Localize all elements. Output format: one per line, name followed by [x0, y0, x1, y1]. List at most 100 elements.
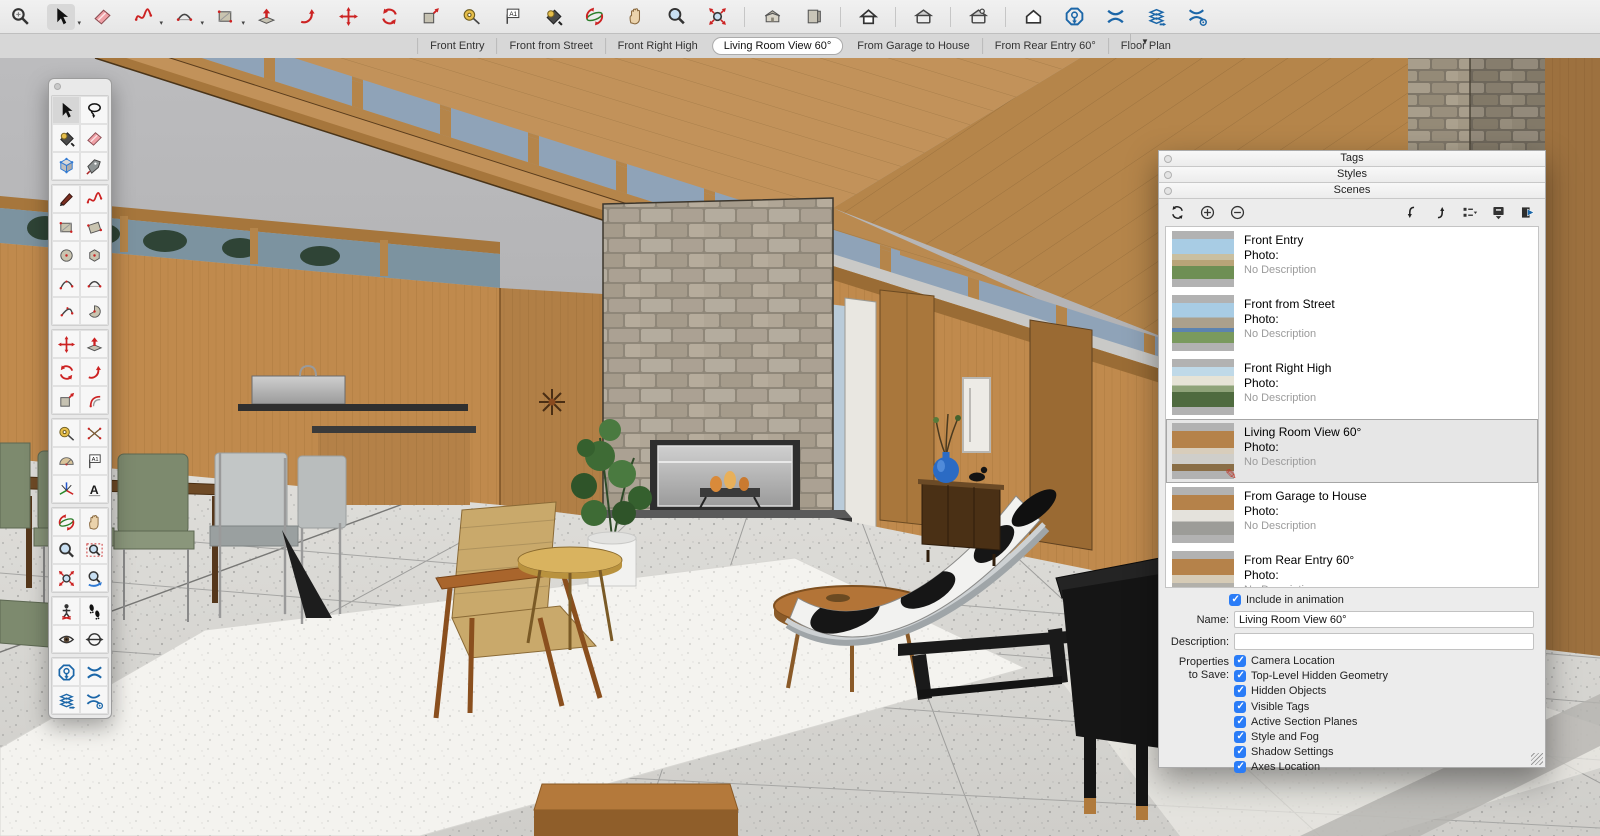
scene-tab[interactable]: Front from Street [497, 38, 605, 54]
zoom-tool[interactable] [52, 536, 80, 564]
arc-tool[interactable]: ▾ [170, 4, 198, 30]
zoom-window-tool[interactable] [80, 536, 108, 564]
tray-tab-styles[interactable]: Styles [1159, 167, 1545, 183]
add-scene-button[interactable] [1197, 203, 1217, 223]
walk-tool[interactable] [80, 597, 108, 625]
scene-list-item[interactable]: ✎ From Garage to House Photo: No Descrip… [1166, 483, 1538, 547]
zoom-extents-tool[interactable] [52, 564, 80, 592]
eraser-tool[interactable] [80, 124, 108, 152]
scene-description-input[interactable] [1234, 633, 1534, 650]
house-tray-knob-button[interactable] [964, 4, 992, 30]
palette-close-dot[interactable] [54, 83, 61, 90]
select-tool[interactable]: ▾ [47, 4, 75, 30]
position-camera-tool[interactable] [52, 597, 80, 625]
property-checkbox[interactable] [1234, 731, 1246, 743]
polygon-tool[interactable] [80, 241, 108, 269]
view-options-button[interactable] [1459, 203, 1479, 223]
dimension-tool[interactable] [80, 419, 108, 447]
extension-x-gear-button[interactable] [1183, 4, 1211, 30]
scene-name-input[interactable] [1234, 611, 1534, 628]
expand-details-button[interactable] [1517, 203, 1537, 223]
scene-tab[interactable]: Front Right High [605, 38, 710, 54]
move-tool[interactable] [52, 330, 80, 358]
extension-x-button[interactable] [1101, 4, 1129, 30]
property-checkbox[interactable] [1234, 701, 1246, 713]
tag-tool[interactable] [80, 152, 108, 180]
property-checkbox[interactable] [1234, 670, 1246, 682]
paint-bucket-tool[interactable] [539, 4, 567, 30]
property-checkbox[interactable] [1234, 746, 1246, 758]
move-tool[interactable] [334, 4, 362, 30]
house-tray-button[interactable] [909, 4, 937, 30]
camera-target-tool[interactable] [80, 625, 108, 653]
arc-tool[interactable] [52, 269, 80, 297]
property-checkbox[interactable] [1234, 655, 1246, 667]
scene-tab[interactable]: From Garage to House [845, 38, 982, 54]
axes-tool[interactable] [52, 475, 80, 503]
orbit-tool[interactable] [52, 508, 80, 536]
previous-view-tool[interactable] [80, 564, 108, 592]
property-checkbox[interactable] [1234, 716, 1246, 728]
rotated-rectangle-tool[interactable] [80, 213, 108, 241]
two-point-arc-tool[interactable] [80, 269, 108, 297]
tray-collapse-dot[interactable] [1164, 187, 1172, 195]
pan-tool[interactable] [80, 508, 108, 536]
extension-x-tool[interactable] [80, 658, 108, 686]
property-checkbox[interactable] [1234, 685, 1246, 697]
orbit-tool[interactable] [580, 4, 608, 30]
extension-x-gear-tool[interactable] [80, 686, 108, 714]
scene-tab[interactable]: From Rear Entry 60° [982, 38, 1108, 54]
update-scene-button[interactable] [1167, 203, 1187, 223]
scene-list-item[interactable]: ✎ Front from Street Photo: No Descriptio… [1166, 291, 1538, 355]
search-tool[interactable] [6, 4, 34, 30]
offset-tool[interactable] [80, 386, 108, 414]
tape-measure-tool[interactable] [52, 419, 80, 447]
3d-text-tool[interactable] [80, 475, 108, 503]
component-tool[interactable] [52, 152, 80, 180]
scene-list-item[interactable]: ✎ Front Right High Photo: No Description [1166, 355, 1538, 419]
tape-measure-tool[interactable] [457, 4, 485, 30]
remove-scene-button[interactable] [1227, 203, 1247, 223]
property-checkbox[interactable] [1234, 761, 1246, 773]
extension-layers-tool[interactable] [52, 686, 80, 714]
followme-tool[interactable] [80, 358, 108, 386]
extension-shield-tool[interactable] [52, 658, 80, 686]
scale-tool[interactable] [416, 4, 444, 30]
circle-tool[interactable] [52, 241, 80, 269]
scene-list-item[interactable]: ✎ Front Entry Photo: No Description [1166, 227, 1538, 291]
scale-tool[interactable] [52, 386, 80, 414]
select-tool[interactable] [52, 96, 80, 124]
lasso-tool[interactable] [80, 96, 108, 124]
move-scene-up-button[interactable] [1430, 203, 1450, 223]
show-details-button[interactable] [1488, 203, 1508, 223]
component-box-button[interactable] [799, 4, 827, 30]
move-scene-down-button[interactable] [1401, 203, 1421, 223]
house-outline-button[interactable] [854, 4, 882, 30]
tray-tab-scenes[interactable]: Scenes [1159, 183, 1545, 199]
include-in-animation-checkbox[interactable] [1229, 594, 1241, 606]
tray-collapse-dot[interactable] [1164, 155, 1172, 163]
rectangle-tool[interactable] [52, 213, 80, 241]
line-tool[interactable] [52, 185, 80, 213]
tray-tab-tags[interactable]: Tags [1159, 151, 1545, 167]
rotate-tool[interactable] [375, 4, 403, 30]
pie-tool[interactable] [80, 297, 108, 325]
rotate-tool[interactable] [52, 358, 80, 386]
three-point-arc-tool[interactable] [52, 297, 80, 325]
text-tool[interactable] [80, 447, 108, 475]
scene-tab[interactable]: Front Entry [417, 38, 496, 54]
scene-tabs-overflow-button[interactable]: ▼ [1130, 34, 1159, 48]
tray-collapse-dot[interactable] [1164, 171, 1172, 179]
followme-tool[interactable] [293, 4, 321, 30]
protractor-tool[interactable] [52, 447, 80, 475]
pan-tool[interactable] [621, 4, 649, 30]
freehand-tool[interactable] [80, 185, 108, 213]
zoom-extents-tool[interactable] [703, 4, 731, 30]
panel-resize-grip[interactable] [1531, 753, 1543, 765]
extension-layers-button[interactable] [1142, 4, 1170, 30]
pushpull-tool[interactable] [252, 4, 280, 30]
house-plain-button[interactable] [1019, 4, 1047, 30]
zoom-tool[interactable] [662, 4, 690, 30]
look-around-tool[interactable] [52, 625, 80, 653]
text-tool[interactable] [498, 4, 526, 30]
